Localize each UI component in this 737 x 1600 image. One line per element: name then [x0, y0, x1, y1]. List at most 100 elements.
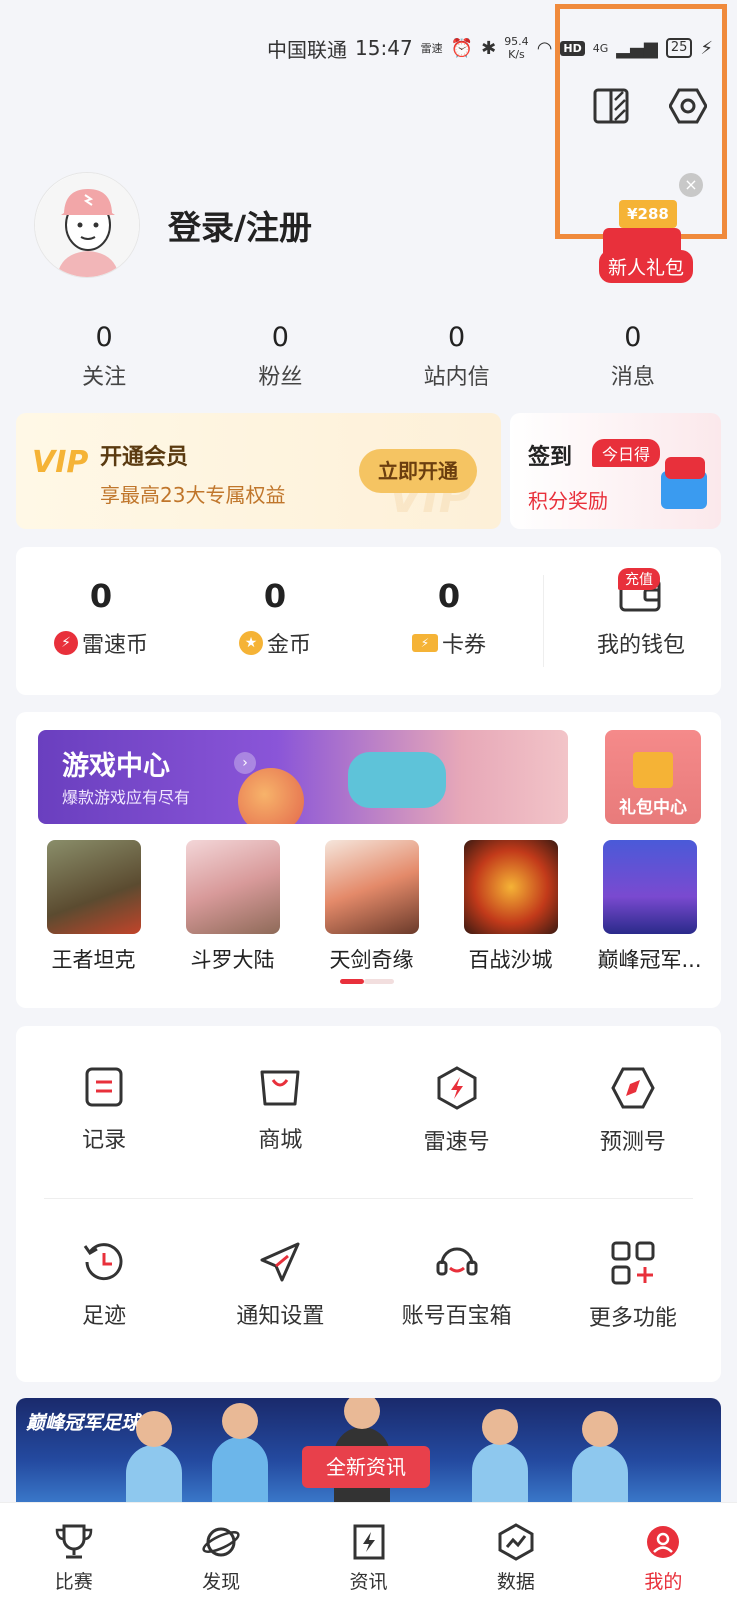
wallet-mine-label: 我的钱包 — [596, 633, 685, 658]
function-label: 预测号 — [599, 1130, 666, 1155]
player-illustration — [212, 1403, 268, 1503]
game-name: 斗罗大陆 — [190, 948, 275, 972]
wallet-value: 0 — [263, 577, 287, 615]
net-speed-unit: K/s — [508, 48, 525, 61]
record-icon — [85, 1067, 123, 1107]
social-counts: 0 关注 0 粉丝 0 站内信 0 消息 — [16, 322, 721, 391]
game-center-banner[interactable]: 游戏中心 › 爆款游戏应有尽有 — [38, 730, 568, 824]
function-label: 记录 — [82, 1128, 127, 1153]
wallet-gold-coin[interactable]: 0 ★ 金币 — [200, 577, 350, 659]
vip-open-button[interactable]: 立即开通 — [359, 449, 477, 493]
lightning-coin-icon: ⚡ — [53, 631, 78, 655]
game-item[interactable]: 百战沙城 — [441, 840, 580, 974]
news-banner[interactable]: 巅峰冠军足球 全新资讯 — [16, 1398, 721, 1503]
tab-label: 比赛 — [54, 1571, 93, 1593]
function-leisu-account[interactable]: 雷速号 — [369, 1066, 545, 1156]
divider — [543, 575, 544, 667]
compass-icon — [611, 1067, 655, 1109]
function-notification-settings[interactable]: 通知设置 — [192, 1240, 368, 1332]
login-register-link[interactable]: 登录/注册 — [168, 201, 312, 249]
reward-envelope-icon — [665, 457, 705, 479]
wallet-coupon[interactable]: 0 ⚡ 卡券 — [374, 577, 524, 659]
function-label: 账号百宝箱 — [401, 1304, 512, 1329]
game-item[interactable]: 巅峰冠军... — [580, 840, 719, 974]
game-item[interactable]: 天剑奇缘 — [302, 840, 441, 974]
game-item[interactable]: 王者坦克 — [24, 840, 163, 974]
function-prediction[interactable]: 预测号 — [545, 1066, 721, 1156]
game-list: 王者坦克 斗罗大陆 天剑奇缘 百战沙城 巅峰冠军... — [24, 840, 719, 974]
tab-mine[interactable]: 我的 — [590, 1503, 737, 1600]
count-label: 粉丝 — [258, 365, 303, 390]
function-grid: 记录 商城 雷速号 预测号 足迹 通知设置 账号百宝箱 更多功能 — [16, 1026, 721, 1382]
function-record[interactable]: 记录 — [16, 1066, 192, 1156]
count-inbox[interactable]: 0 站内信 — [369, 322, 545, 391]
game-thumbnail — [185, 840, 280, 934]
trophy-icon — [55, 1524, 92, 1559]
function-history[interactable]: 足迹 — [16, 1240, 192, 1332]
tab-discover[interactable]: 发现 — [147, 1503, 294, 1600]
function-label: 商城 — [258, 1128, 303, 1153]
wallet-label: 卡券 — [441, 633, 486, 658]
signin-card[interactable]: 签到 今日得 积分奖励 — [510, 413, 721, 529]
count-label: 关注 — [82, 365, 127, 390]
count-fans[interactable]: 0 粉丝 — [192, 322, 368, 391]
tab-label: 发现 — [202, 1571, 241, 1593]
gift-label[interactable]: 新人礼包 — [598, 250, 693, 283]
signin-title: 签到 — [528, 445, 573, 470]
close-icon[interactable]: × — [679, 173, 703, 197]
news-banner-logo: 巅峰冠军足球 — [26, 1412, 141, 1434]
news-icon — [353, 1524, 385, 1560]
function-row: 记录 商城 雷速号 预测号 — [16, 1066, 721, 1156]
coupon-icon: ⚡ — [411, 634, 438, 652]
vip-card[interactable]: VIP 开通会员 享最高23大专属权益 VIP 立即开通 — [16, 413, 501, 529]
function-label: 雷速号 — [423, 1130, 490, 1155]
tab-match[interactable]: 比赛 — [0, 1503, 147, 1600]
wallet-value: 0 — [437, 577, 461, 615]
function-label: 通知设置 — [236, 1304, 325, 1329]
shopping-bag-icon — [260, 1070, 300, 1106]
data-icon — [498, 1523, 534, 1561]
game-thumbnail — [46, 840, 141, 934]
tab-data[interactable]: 数据 — [442, 1503, 589, 1600]
game-thumbnail — [324, 840, 419, 934]
count-value: 0 — [95, 322, 113, 353]
page-indicator — [340, 979, 394, 984]
game-name: 王者坦克 — [51, 948, 136, 972]
wifi-icon: ◠ — [536, 37, 553, 59]
wallet-leisu-coin[interactable]: 0 ⚡ 雷速币 — [26, 577, 176, 659]
game-item[interactable]: 斗罗大陆 — [163, 840, 302, 974]
chevron-right-icon: › — [234, 752, 256, 774]
count-follow[interactable]: 0 关注 — [16, 322, 192, 391]
wallet-label: 金币 — [266, 633, 311, 658]
more-grid-icon — [611, 1241, 655, 1285]
vip-subtitle: 享最高23大专属权益 — [100, 483, 286, 507]
clock: 15:47 — [355, 36, 413, 60]
function-mall[interactable]: 商城 — [192, 1066, 368, 1156]
avatar[interactable] — [34, 172, 140, 278]
count-label: 站内信 — [423, 365, 490, 390]
function-more[interactable]: 更多功能 — [545, 1240, 721, 1332]
tab-label: 资讯 — [349, 1571, 388, 1593]
tab-label: 数据 — [496, 1571, 535, 1593]
wallet-value: 0 — [89, 577, 113, 615]
news-tag[interactable]: 全新资讯 — [302, 1446, 430, 1488]
tab-news[interactable]: 资讯 — [295, 1503, 442, 1600]
signin-today-badge: 今日得 — [592, 439, 661, 467]
bluetooth-icon: ✱ — [481, 37, 497, 59]
gift-center-label: 礼包中心 — [619, 798, 687, 818]
gift-center-button[interactable]: 礼包中心 — [605, 730, 701, 824]
count-messages[interactable]: 0 消息 — [545, 322, 721, 391]
function-row: 足迹 通知设置 账号百宝箱 更多功能 — [16, 1240, 721, 1332]
vip-title: 开通会员 — [100, 445, 189, 470]
game-name: 百战沙城 — [468, 948, 553, 972]
profile-header[interactable]: 登录/注册 — [34, 172, 312, 278]
gift-box-icon — [633, 752, 673, 788]
history-icon — [83, 1243, 123, 1281]
wallet-card: 0 ⚡ 雷速币 0 ★ 金币 0 ⚡ 卡券 我的钱包 — [16, 547, 721, 695]
game-thumbnail — [463, 840, 558, 934]
recharge-badge[interactable]: 充值 — [618, 568, 660, 590]
count-value: 0 — [271, 322, 289, 353]
function-account-toolbox[interactable]: 账号百宝箱 — [369, 1240, 545, 1332]
app-notification: 雷速 — [420, 41, 443, 55]
alarm-icon: ⏰ — [450, 37, 474, 59]
